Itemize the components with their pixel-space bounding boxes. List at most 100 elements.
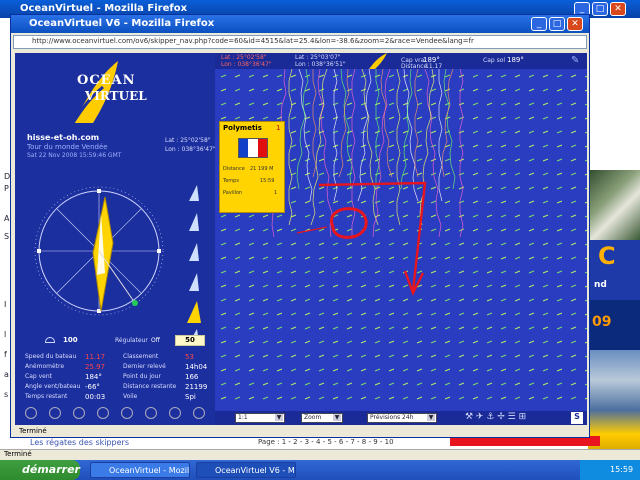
wind-arrow [360, 256, 367, 260]
wind-arrow [570, 172, 577, 176]
popup-minimize-button[interactable]: _ [531, 17, 547, 31]
wind-arrow [542, 368, 549, 372]
wind-arrow [388, 396, 395, 400]
wind-arrow [500, 144, 507, 148]
wind-arrow [444, 340, 451, 344]
wind-arrow [360, 172, 367, 176]
check-icon[interactable] [49, 407, 61, 419]
wind-arrow [528, 396, 535, 400]
wind-arrow [262, 102, 269, 106]
reset-icon[interactable]: S [571, 412, 583, 424]
sail-selector[interactable] [185, 183, 205, 343]
wind-arrow [388, 116, 395, 120]
wind-arrow [584, 131, 587, 134]
stat-value: 53 [185, 353, 194, 361]
regulateur-toggle[interactable]: Off [151, 337, 160, 344]
wind-arrow [528, 88, 535, 92]
info-icon[interactable] [169, 407, 181, 419]
wind-arrow [472, 228, 479, 232]
stat-label: Classement [123, 353, 159, 360]
heading-input[interactable]: 100 [63, 336, 103, 346]
wind-arrow [290, 382, 297, 386]
popup-maximize-button[interactable]: □ [549, 17, 565, 31]
stat-value: 166 [185, 373, 199, 381]
wind-arrow [220, 382, 227, 386]
wind-arrow [388, 242, 395, 246]
wind-arrow [514, 354, 521, 358]
wind-arrow [276, 396, 283, 400]
wind-icon[interactable] [73, 407, 85, 419]
tool-icons[interactable]: ⚒ ✈ ⚓ ✢ ☰ ⊞ [465, 412, 526, 422]
wind-arrow [318, 200, 325, 204]
boat-icon[interactable] [145, 407, 157, 419]
wind-arrow [472, 326, 479, 330]
wind-arrow [570, 298, 577, 302]
wind-arrow [528, 256, 535, 260]
popup-close-button[interactable]: ✕ [567, 17, 583, 31]
wind-arrow [234, 298, 241, 302]
taskbar-item[interactable]: OceanVirtuel V6 - M... [196, 462, 296, 478]
stat-value: 00:03 [85, 393, 106, 401]
wind-arrow [570, 130, 577, 134]
wind-arrow [276, 214, 283, 218]
outer-tagline[interactable]: Les régates des skippers [30, 438, 129, 447]
wind-arrow [318, 214, 325, 218]
compass-rose[interactable] [31, 183, 167, 319]
wind-arrow [500, 102, 507, 106]
wind-arrow [430, 186, 437, 190]
wind-arrow [486, 74, 493, 78]
outer-pagination[interactable]: Page : 1 - 2 - 3 - 4 - 5 - 6 - 7 - 8 - 9… [258, 438, 394, 446]
radio-icon[interactable] [121, 407, 133, 419]
settings-icon[interactable] [25, 407, 37, 419]
maximize-button[interactable]: □ [592, 2, 608, 16]
stat-label: Anémomètre [25, 363, 65, 370]
wind-arrow [570, 368, 577, 372]
wind-arrow [458, 340, 465, 344]
wind-arrow [542, 284, 549, 288]
scale-select[interactable]: 1:1 [235, 413, 285, 423]
wind-arrow [332, 242, 339, 246]
wind-arrow [360, 116, 367, 120]
wind-arrow [430, 88, 437, 92]
boat-info-card[interactable]: Polymetis 1 Distance 21 199 M Temps 15:5… [219, 121, 285, 213]
wind-arrow [248, 354, 255, 358]
close-button[interactable]: ✕ [610, 2, 626, 16]
fraction-icon[interactable] [97, 407, 109, 419]
wind-arrow [444, 354, 451, 358]
forecast-select[interactable]: Prévisions 24h [367, 413, 437, 423]
wind-arrow [556, 130, 563, 134]
wind-arrow [248, 326, 255, 330]
pen-icon[interactable]: ✎ [571, 55, 583, 67]
wind-arrow [486, 214, 493, 218]
wind-arrow [514, 284, 521, 288]
popup-title: OceanVirtuel V6 - Mozilla Firefox [11, 15, 589, 33]
url-bar[interactable]: http://www.oceanvirtuel.com/ov6/skipper_… [13, 35, 587, 49]
wind-arrow [486, 396, 493, 400]
wind-arrow [318, 242, 325, 246]
wind-arrow [458, 270, 465, 274]
wind-arrow [486, 256, 493, 260]
regulateur-value[interactable]: 50 [175, 335, 205, 346]
wind-arrow [570, 116, 577, 120]
wind-arrow [248, 228, 255, 232]
wind-arrow [374, 298, 381, 302]
start-button[interactable]: démarrer [0, 460, 80, 480]
wind-arrow [374, 354, 381, 358]
wind-arrow [500, 382, 507, 386]
boat-name: Polymetis [223, 124, 262, 132]
cap-sol-value: 189° [507, 56, 524, 64]
wind-arrow [220, 326, 227, 330]
wind-arrow [584, 383, 587, 386]
wind-arrow [430, 256, 437, 260]
wind-arrow [528, 116, 535, 120]
taskbar-item[interactable]: OceanVirtuel - Mozilla... [90, 462, 190, 478]
zoom-select[interactable]: Zoom [301, 413, 343, 423]
help-icon[interactable] [193, 407, 205, 419]
stat-value: 25.97 [85, 363, 106, 371]
wind-arrow [458, 214, 465, 218]
wind-arrow [430, 144, 437, 148]
wind-arrow [514, 396, 521, 400]
wind-arrow [248, 256, 255, 260]
wind-arrow [556, 144, 563, 148]
taskbar: démarrer OceanVirtuel - Mozilla... Ocean… [0, 460, 640, 480]
